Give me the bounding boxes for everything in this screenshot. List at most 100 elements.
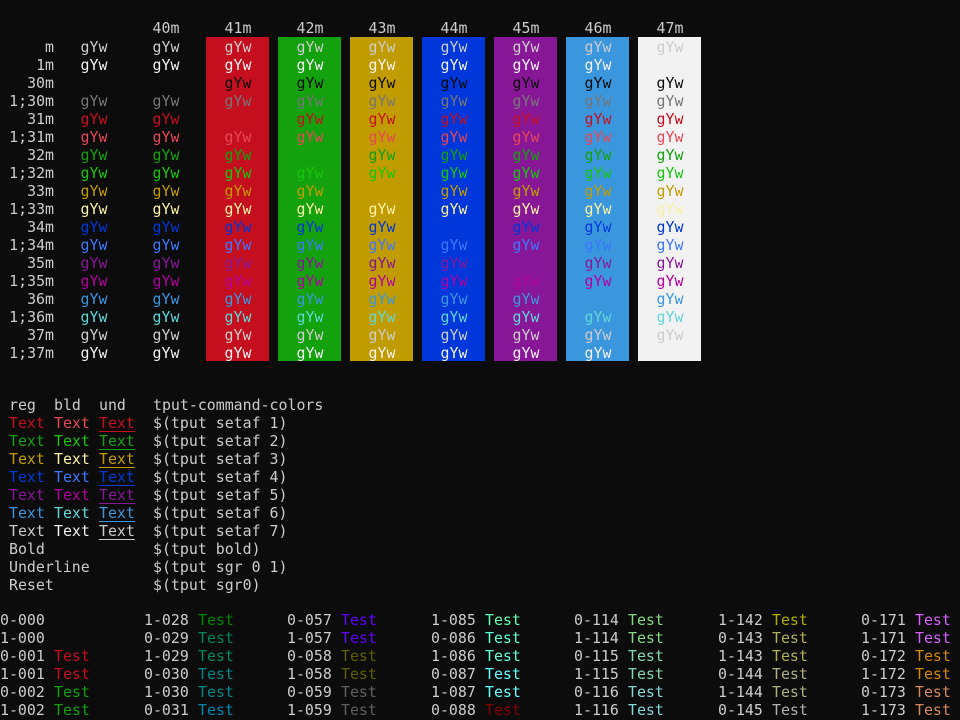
- text-regular: Text: [9, 432, 45, 450]
- color-sample: gYw: [584, 92, 612, 110]
- color-sample: gYw: [656, 218, 684, 236]
- color-sample: gYw: [296, 146, 324, 164]
- color-sample: gYw: [152, 128, 180, 146]
- palette-code: 1-116: [574, 701, 619, 719]
- column-header: 46m: [584, 19, 612, 37]
- text-underline: Text: [99, 432, 135, 450]
- palette-code: 1-087: [431, 683, 476, 701]
- attr-label: Bold: [9, 540, 45, 558]
- color-sample: gYw: [512, 272, 540, 290]
- palette-code: 1-086: [431, 647, 476, 665]
- row-label: 1;31m: [9, 128, 54, 146]
- palette-sample: Test: [628, 647, 664, 665]
- text-bold: Text: [54, 504, 90, 522]
- text-regular: Text: [9, 522, 45, 540]
- palette-code: 0-031: [144, 701, 189, 719]
- palette-sample: Test: [772, 683, 808, 701]
- color-sample: gYw: [656, 290, 684, 308]
- color-sample: gYw: [584, 182, 612, 200]
- palette-code: 0-087: [431, 665, 476, 683]
- palette-code: 0-116: [574, 683, 619, 701]
- palette-sample: Test: [54, 611, 90, 629]
- palette-sample: Test: [628, 683, 664, 701]
- text-underline: Text: [99, 414, 135, 432]
- palette-sample: Test: [54, 647, 90, 665]
- color-sample: gYw: [368, 308, 396, 326]
- color-sample: gYw: [368, 272, 396, 290]
- tput-command: $(tput bold): [153, 540, 261, 558]
- row-label: 32m: [27, 146, 54, 164]
- palette-code: 0-057: [287, 611, 332, 629]
- palette-code: 1-171: [861, 629, 906, 647]
- palette-code: 1-057: [287, 629, 332, 647]
- palette-code: 1-114: [574, 629, 619, 647]
- palette-sample: Test: [628, 611, 664, 629]
- color-sample: gYw: [296, 128, 324, 146]
- color-sample: gYw: [440, 164, 468, 182]
- palette-code: 0-086: [431, 629, 476, 647]
- color-sample: gYw: [296, 200, 324, 218]
- tput-command: $(tput setaf 2): [153, 432, 288, 450]
- tput-command: $(tput sgr 0 1): [153, 558, 288, 576]
- color-sample: gYw: [584, 308, 612, 326]
- palette-sample: Test: [54, 629, 90, 647]
- color-sample: gYw: [296, 92, 324, 110]
- color-sample: gYw: [80, 146, 108, 164]
- color-sample: gYw: [656, 344, 684, 362]
- palette-sample: Test: [485, 665, 521, 683]
- row-label: 1;34m: [9, 236, 54, 254]
- row-label: 35m: [27, 254, 54, 272]
- color-sample: gYw: [296, 218, 324, 236]
- color-sample: gYw: [656, 110, 684, 128]
- color-sample: gYw: [224, 272, 252, 290]
- color-sample: gYw: [80, 254, 108, 272]
- palette-code: 1-173: [861, 701, 906, 719]
- palette-code: 0-173: [861, 683, 906, 701]
- color-sample: gYw: [80, 110, 108, 128]
- color-sample: gYw: [440, 182, 468, 200]
- palette-sample: Test: [915, 629, 951, 647]
- color-sample: gYw: [224, 308, 252, 326]
- color-sample: gYw: [584, 146, 612, 164]
- palette-sample: Test: [772, 701, 808, 719]
- color-sample: gYw: [512, 326, 540, 344]
- color-sample: gYw: [224, 110, 252, 128]
- color-sample: gYw: [152, 182, 180, 200]
- palette-code: 1-085: [431, 611, 476, 629]
- text-bold: Text: [54, 450, 90, 468]
- color-sample: gYw: [440, 236, 468, 254]
- tput-header: bld: [54, 396, 81, 414]
- color-sample: gYw: [656, 254, 684, 272]
- palette-code: 1-115: [574, 665, 619, 683]
- color-sample: gYw: [224, 92, 252, 110]
- row-label: 1;33m: [9, 200, 54, 218]
- color-sample: gYw: [440, 74, 468, 92]
- color-sample: gYw: [152, 38, 180, 56]
- color-sample: gYw: [152, 200, 180, 218]
- color-sample: gYw: [152, 290, 180, 308]
- color-sample: gYw: [368, 92, 396, 110]
- color-sample: gYw: [368, 128, 396, 146]
- row-label: 1m: [36, 56, 54, 74]
- column-header: 43m: [368, 19, 396, 37]
- color-sample: gYw: [368, 218, 396, 236]
- row-label: 33m: [27, 182, 54, 200]
- palette-sample: Test: [198, 647, 234, 665]
- color-sample: gYw: [152, 146, 180, 164]
- color-sample: gYw: [296, 56, 324, 74]
- color-sample: gYw: [584, 74, 612, 92]
- color-sample: gYw: [224, 164, 252, 182]
- palette-code: 0-143: [718, 629, 763, 647]
- row-label: 1;36m: [9, 308, 54, 326]
- palette-code: 1-002: [0, 701, 45, 719]
- palette-sample: Test: [198, 701, 234, 719]
- color-sample: gYw: [584, 290, 612, 308]
- tput-command: $(tput setaf 7): [153, 522, 288, 540]
- palette-code: 1-059: [287, 701, 332, 719]
- palette-code: 1-144: [718, 683, 763, 701]
- color-sample: gYw: [656, 200, 684, 218]
- color-sample: gYw: [296, 290, 324, 308]
- color-sample: gYw: [440, 344, 468, 362]
- color-sample: gYw: [368, 182, 396, 200]
- color-sample: gYw: [152, 74, 180, 92]
